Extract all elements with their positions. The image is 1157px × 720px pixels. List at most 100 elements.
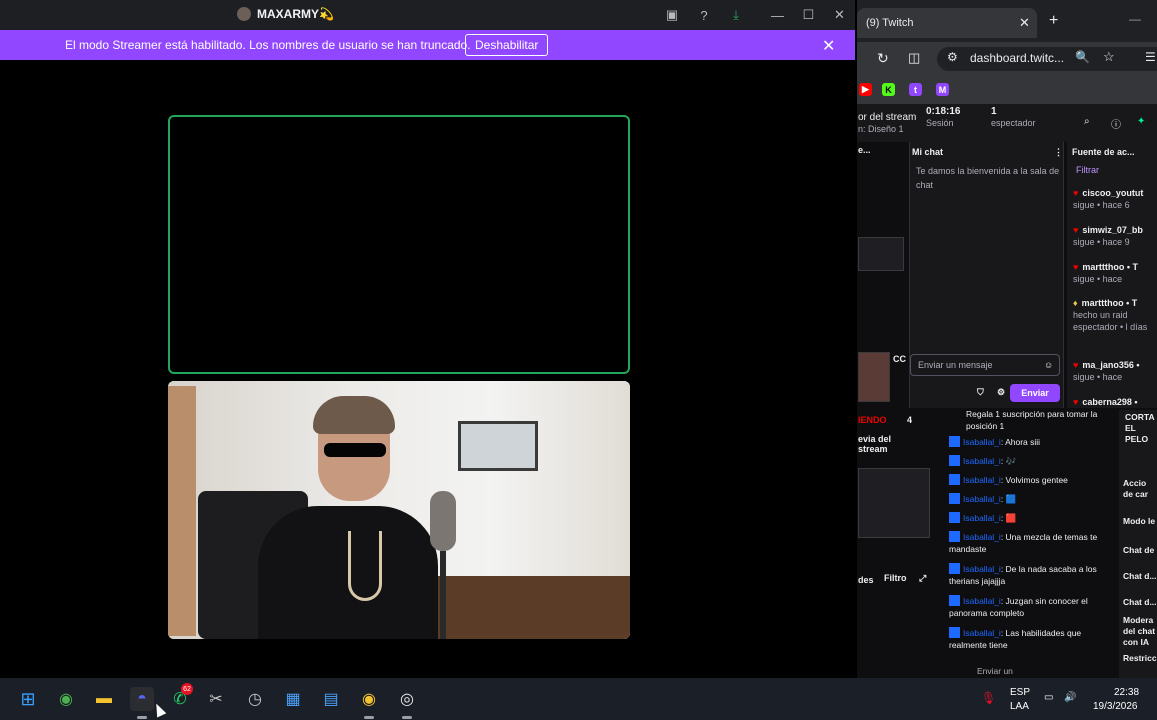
twitch-icon[interactable]: t — [909, 83, 922, 96]
new-tab-icon[interactable]: + — [1049, 12, 1058, 30]
activity-item: ♥ marttthoo • Tsigue • hace — [1073, 262, 1138, 284]
chrome-running-indicator — [364, 716, 374, 719]
quick-action-item[interactable]: Modo le — [1123, 516, 1155, 527]
windows-start-icon[interactable]: ⊞ — [16, 687, 40, 711]
obs-icon[interactable]: ◎ — [395, 687, 419, 711]
viewers-count: 1 — [991, 106, 997, 117]
chat-message: Isaballal_i: Juzgan sin conocer el panor… — [949, 595, 1088, 618]
gift-prompt: Regala 1 suscripción para tomar la posic… — [966, 409, 1098, 431]
trending-label: IENDO — [858, 415, 887, 425]
chat-header[interactable]: Mi chat — [912, 147, 943, 163]
camera-person-hair — [313, 396, 395, 434]
bookmarks-bar: ▶ K t M — [857, 76, 1157, 104]
quick-action-item[interactable]: Chat de — [1123, 545, 1154, 556]
filter-button[interactable]: Filtrar — [1076, 165, 1099, 181]
disable-streamer-mode-button[interactable]: Deshabilitar — [465, 34, 549, 56]
discord-icon[interactable]: ◓ — [130, 687, 154, 711]
search-icon[interactable]: ⌕ — [1084, 116, 1090, 127]
stream-preview-thumbnail[interactable] — [858, 468, 930, 538]
window-title-text: MAXARMY💫 — [257, 7, 334, 21]
tab-title: (9) Twitch — [866, 17, 914, 29]
streamer-mode-banner: El modo Streamer está habilitado. Los no… — [0, 30, 855, 60]
discord-titlebar: MAXARMY💫 ▣ ? ⤓ — ☐ ✕ — [0, 0, 855, 30]
popout-icon[interactable]: ⤢ — [919, 573, 926, 589]
activity-feed-icon[interactable]: ✦ — [1137, 116, 1145, 127]
kick-icon[interactable]: K — [882, 83, 895, 96]
camera-wall-frame — [458, 421, 538, 471]
layout-label: n: Diseño 1 — [858, 124, 904, 134]
quick-actions-column: CORTA EL PELO Accio de car Modo le Chat … — [1119, 410, 1157, 678]
menu-icon[interactable]: ☰ — [1145, 50, 1156, 64]
quick-action-item[interactable]: Chat d... — [1123, 597, 1157, 608]
screen-share-icon[interactable]: ▣ — [664, 7, 680, 23]
video-tile-camera[interactable] — [168, 381, 630, 639]
zoom-search-icon[interactable]: 🔍 — [1075, 50, 1090, 64]
chat-message: Isaballal_i: 🎶 — [949, 455, 1117, 467]
quick-action-item[interactable]: Chat d... — [1123, 571, 1157, 582]
volume-icon[interactable]: 🔊 — [1064, 692, 1076, 703]
chat-input[interactable]: Enviar un mensaje — [910, 354, 1060, 376]
clock-date[interactable]: 19/3/2026 — [1093, 701, 1138, 712]
filtro-label[interactable]: Filtro — [884, 573, 907, 589]
chat-message: Isaballal_i: Una mezcla de temas te mand… — [949, 531, 1098, 554]
activity-item: ♦ marttthoo • Thecho un raid espectador •… — [1073, 298, 1148, 332]
emote-icon[interactable]: ☺ — [1044, 360, 1053, 376]
dashboard-panels: e... CC IENDO 4 evia del stream des Filt… — [857, 142, 1157, 678]
stream-preview-label: evia del stream — [858, 434, 892, 454]
activity-item: ♥ ma_jano356 • sigue • hace — [1073, 360, 1140, 382]
chrome-icon[interactable]: ◉ — [54, 687, 78, 711]
gmail-icon[interactable]: M — [936, 83, 949, 96]
help-icon[interactable]: ? — [696, 7, 712, 23]
download-icon[interactable]: ⤓ — [728, 7, 744, 23]
window-title: MAXARMY💫 — [237, 7, 334, 21]
chat-options-icon[interactable]: ⋮ — [1054, 147, 1063, 163]
preview-thumbnail[interactable] — [858, 237, 904, 271]
reload-icon[interactable]: ↻ — [877, 50, 889, 67]
banner-close-icon[interactable]: ✕ — [822, 36, 835, 56]
maximize-button[interactable]: ☐ — [793, 5, 824, 25]
snipping-tool-icon[interactable]: ✂ — [204, 687, 228, 711]
camera-sunglasses — [324, 443, 386, 457]
shield-icon[interactable]: ⛉ — [977, 387, 984, 403]
minimize-button[interactable]: — — [762, 5, 793, 25]
youtube-icon[interactable]: ▶ — [859, 83, 872, 96]
network-icon[interactable]: ▭ — [1044, 692, 1053, 703]
obs-running-indicator — [402, 716, 412, 719]
chat-message: Isaballal_i: Volvimos gentee — [949, 474, 1117, 486]
calculator-icon[interactable]: ▦ — [281, 687, 305, 711]
browser-window: (9) Twitch ✕ + — ↻ ◫ ⚙ dashboard.twitc..… — [857, 0, 1157, 678]
quick-action-item[interactable]: Accio de car — [1123, 478, 1157, 500]
help-circle-icon[interactable]: ⓘ — [1111, 116, 1121, 131]
quick-action-item[interactable]: CORTA EL PELO — [1125, 412, 1157, 445]
activity-header: Fuente de ac... — [1072, 147, 1135, 157]
notepad-icon[interactable]: ▤ — [319, 687, 343, 711]
chat-message: Isaballal_i: Las habilidades que realmen… — [949, 627, 1082, 650]
language-line2[interactable]: LAA — [1010, 701, 1029, 712]
camera-necklace — [348, 531, 382, 601]
viewers-label: espectador — [991, 118, 1036, 128]
send-chat-button[interactable]: Enviar — [1010, 384, 1060, 402]
microphone-icon[interactable]: 🎙 — [981, 691, 996, 705]
chat-message: Isaballal_i: 🟥 — [949, 512, 1117, 524]
bookmark-star-icon[interactable]: ☆ — [1103, 49, 1115, 65]
chat-settings-icon[interactable]: ⚙ — [997, 387, 1005, 403]
site-info-icon[interactable]: ⚙ — [947, 50, 958, 64]
tab-close-icon[interactable]: ✕ — [1019, 15, 1030, 31]
clock-icon[interactable]: ◷ — [243, 687, 267, 711]
trending-count: 4 — [907, 415, 913, 425]
server-avatar — [237, 7, 251, 21]
whatsapp-badge: 62 — [181, 683, 193, 695]
lower-chat-input[interactable]: Enviar un — [977, 665, 1057, 677]
clock-time[interactable]: 22:38 — [1114, 687, 1139, 698]
language-line1[interactable]: ESP — [1010, 687, 1030, 698]
chrome-profile-icon[interactable]: ◉ — [357, 687, 381, 711]
quick-action-item[interactable]: Modera del chat con IA — [1123, 615, 1157, 648]
quick-action-item[interactable]: Restricc — [1123, 653, 1157, 664]
video-tile-screen[interactable] — [168, 115, 630, 374]
browser-minimize-button[interactable]: — — [1129, 12, 1141, 26]
close-button[interactable]: ✕ — [824, 5, 855, 25]
split-view-icon[interactable]: ◫ — [908, 50, 920, 66]
browser-tab[interactable]: (9) Twitch ✕ — [857, 8, 1037, 38]
file-explorer-icon[interactable]: ▬ — [92, 687, 116, 711]
activity-item: ♥ caberna298 • — [1073, 397, 1138, 407]
